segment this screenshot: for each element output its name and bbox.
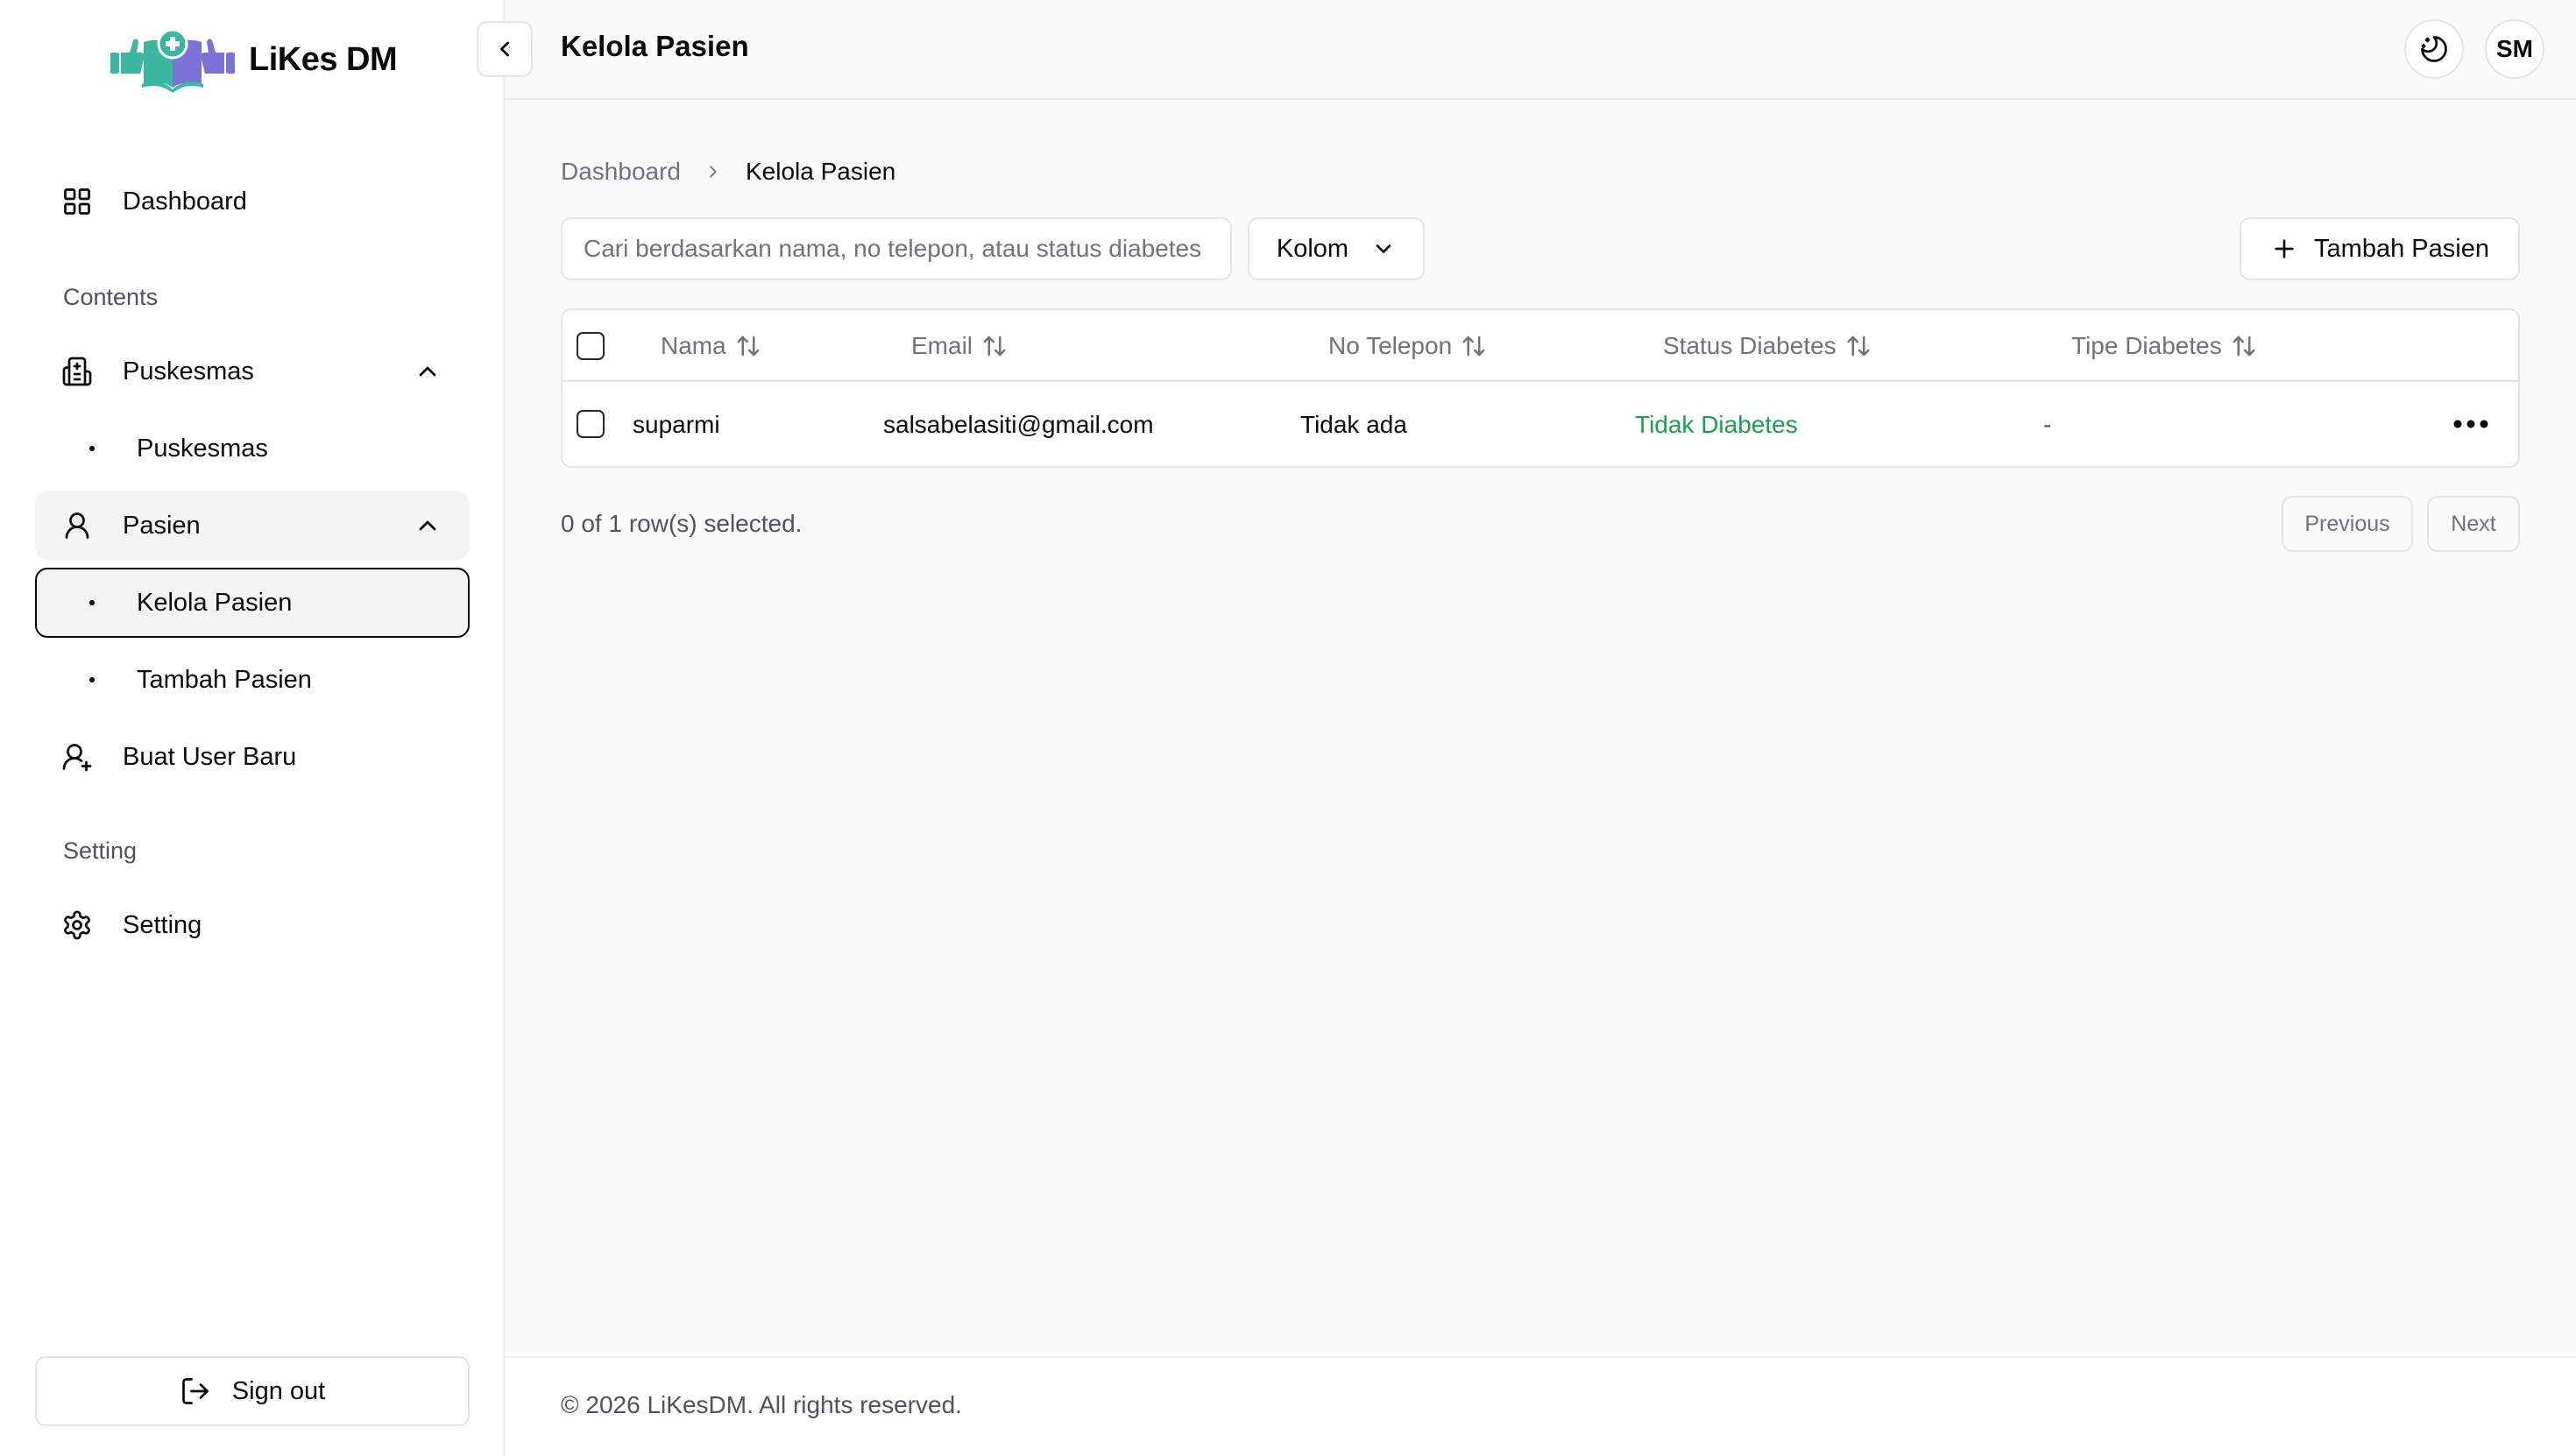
sign-out-button[interactable]: Sign out bbox=[35, 1356, 470, 1426]
bullet-icon bbox=[89, 446, 95, 451]
column-header-status-diabetes[interactable]: Status Diabetes bbox=[1663, 310, 1872, 382]
chevron-left-icon bbox=[500, 41, 509, 57]
column-header-nama[interactable]: Nama bbox=[661, 310, 761, 382]
columns-dropdown-button[interactable]: Kolom bbox=[1248, 217, 1425, 280]
sidebar-item-label: Setting bbox=[123, 910, 202, 939]
user-plus-icon bbox=[61, 741, 93, 773]
gear-icon bbox=[61, 909, 93, 941]
app-name: LiKes DM bbox=[249, 40, 398, 78]
cell-nama: suparmi bbox=[633, 411, 720, 438]
top-bar: Kelola Pasien SM bbox=[477, 0, 2576, 100]
copyright-text: © 2026 LiKesDM. All rights reserved. bbox=[561, 1391, 962, 1418]
moon-star-icon bbox=[2421, 36, 2447, 62]
section-label-setting: Setting bbox=[63, 838, 138, 864]
table-row[interactable]: suparmi salsabelasiti@gmail.com Tidak ad… bbox=[563, 382, 2518, 466]
select-all-checkbox[interactable] bbox=[577, 332, 605, 360]
cell-status-diabetes: Tidak Diabetes bbox=[1635, 411, 1798, 438]
sidebar-item-label: Puskesmas bbox=[123, 357, 254, 385]
sidebar-subitem-tambah-pasien[interactable]: Tambah Pasien bbox=[35, 645, 470, 715]
app-logo[interactable]: LiKes DM bbox=[110, 26, 398, 93]
breadcrumb-link-dashboard[interactable]: Dashboard bbox=[561, 158, 681, 186]
row-actions-button[interactable] bbox=[2452, 406, 2490, 442]
footer: © 2026 LiKesDM. All rights reserved. bbox=[505, 1356, 2576, 1456]
layout-grid-icon bbox=[61, 186, 93, 217]
table-header: Nama Email No Telepon Status Diabetes Ti… bbox=[563, 310, 2518, 382]
sidebar-item-label: Pasien bbox=[123, 511, 201, 540]
breadcrumb-current: Kelola Pasien bbox=[745, 158, 896, 185]
sort-icon bbox=[2233, 336, 2255, 357]
add-patient-label: Tambah Pasien bbox=[2314, 234, 2489, 263]
sidebar-item-setting[interactable]: Setting bbox=[35, 890, 470, 960]
sidebar-item-puskesmas[interactable]: Puskesmas bbox=[35, 336, 470, 406]
sidebar-item-pasien[interactable]: Pasien bbox=[35, 491, 470, 561]
sidebar-item-dashboard[interactable]: Dashboard bbox=[35, 166, 470, 237]
collapse-sidebar-button[interactable] bbox=[477, 21, 533, 77]
cell-no-telepon: Tidak ada bbox=[1300, 411, 1407, 438]
columns-label: Kolom bbox=[1276, 234, 1349, 263]
patients-table: Nama Email No Telepon Status Diabetes Ti… bbox=[561, 308, 2520, 468]
chevron-up-icon bbox=[419, 520, 436, 531]
sidebar-subitem-puskesmas[interactable]: Puskesmas bbox=[35, 413, 470, 484]
column-header-tipe-diabetes[interactable]: Tipe Diabetes bbox=[2071, 310, 2257, 382]
column-header-label: Status Diabetes bbox=[1663, 332, 1836, 359]
chevron-up-icon bbox=[419, 366, 436, 377]
sidebar-subitem-kelola-pasien[interactable]: Kelola Pasien bbox=[35, 568, 470, 638]
sort-icon bbox=[1462, 336, 1485, 357]
sign-out-label: Sign out bbox=[231, 1376, 326, 1405]
sidebar-item-label: Buat User Baru bbox=[123, 742, 297, 771]
sidebar-subitem-label: Kelola Pasien bbox=[137, 589, 293, 617]
chevron-right-icon bbox=[704, 162, 723, 181]
row-checkbox[interactable] bbox=[577, 410, 605, 438]
theme-toggle-button[interactable] bbox=[2404, 19, 2464, 79]
column-header-label: Tipe Diabetes bbox=[2071, 332, 2222, 359]
main-content: Kelola Pasien SM Dashboard Kelola Pasien… bbox=[477, 0, 2576, 1456]
sort-icon bbox=[983, 336, 1006, 357]
cell-tipe-diabetes: - bbox=[2043, 411, 2052, 438]
plus-icon bbox=[2275, 239, 2294, 258]
sort-icon bbox=[1847, 336, 1870, 357]
sidebar: LiKes DM Dashboard Contents Puskesmas Pu… bbox=[0, 0, 505, 1456]
sidebar-item-label: Dashboard bbox=[123, 187, 247, 216]
bullet-icon bbox=[89, 677, 95, 682]
next-page-button[interactable]: Next bbox=[2427, 496, 2520, 552]
previous-page-button[interactable]: Previous bbox=[2282, 496, 2413, 552]
user-avatar[interactable]: SM bbox=[2485, 19, 2544, 79]
logo-mark-icon bbox=[110, 28, 235, 93]
add-patient-button[interactable]: Tambah Pasien bbox=[2240, 217, 2520, 280]
column-header-no-telepon[interactable]: No Telepon bbox=[1328, 310, 1487, 382]
breadcrumb: Dashboard Kelola Pasien bbox=[561, 158, 895, 186]
sort-icon bbox=[737, 336, 760, 357]
column-header-label: Nama bbox=[661, 332, 726, 359]
search-input[interactable] bbox=[561, 217, 1232, 280]
cell-email: salsabelasiti@gmail.com bbox=[883, 411, 1154, 438]
page-title: Kelola Pasien bbox=[561, 30, 749, 62]
column-header-label: Email bbox=[911, 332, 973, 359]
chevron-down-icon bbox=[1376, 244, 1391, 253]
column-header-email[interactable]: Email bbox=[911, 310, 1008, 382]
selection-count: 0 of 1 row(s) selected. bbox=[561, 510, 803, 537]
log-out-icon bbox=[181, 1378, 209, 1404]
sidebar-subitem-label: Tambah Pasien bbox=[137, 666, 312, 694]
bullet-icon bbox=[89, 600, 95, 605]
hospital-icon bbox=[61, 356, 93, 387]
sidebar-subitem-label: Puskesmas bbox=[137, 435, 268, 463]
section-label-contents: Contents bbox=[63, 284, 159, 310]
user-icon bbox=[61, 510, 93, 541]
sidebar-item-buat-user-baru[interactable]: Buat User Baru bbox=[35, 722, 470, 792]
column-header-label: No Telepon bbox=[1328, 332, 1453, 359]
more-horizontal-icon bbox=[2453, 420, 2488, 428]
